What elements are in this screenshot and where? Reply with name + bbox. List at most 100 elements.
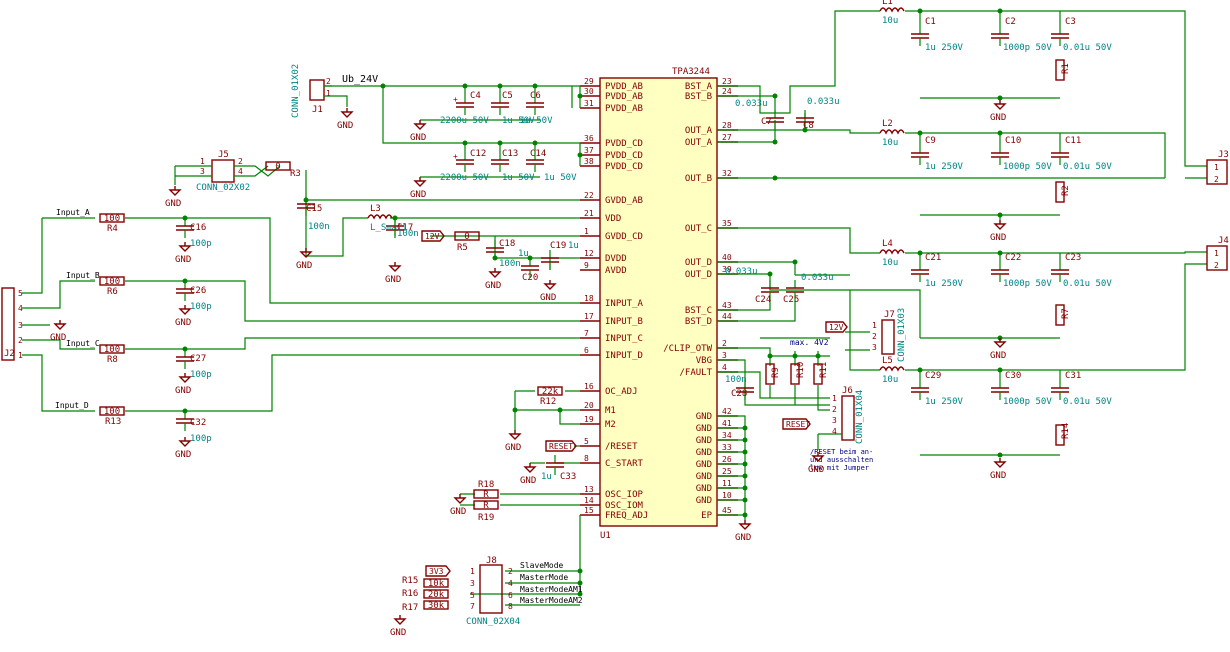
gnd-symbol: GND — [296, 248, 313, 271]
resistor-r6[interactable]: 100R6 — [99, 276, 125, 297]
resistor-r9[interactable]: R9 — [765, 363, 781, 385]
capacitor-c19[interactable]: C19 1u — [541, 241, 579, 270]
ic-pin-number: 42 — [722, 407, 732, 416]
resistor-r19[interactable]: R R19 — [473, 500, 499, 523]
part-value: 0.01u 50V — [1063, 43, 1112, 53]
resistor-r5[interactable]: 0R5 — [454, 231, 480, 253]
resistor-r18[interactable]: RR18 — [473, 480, 499, 500]
part-ref: C5 — [502, 91, 513, 101]
connector-j7[interactable]: J7 CONN_01X03 1 2 3 — [872, 308, 907, 362]
gnd-label: GND — [990, 113, 1006, 123]
capacitor-c25[interactable]: C25 0.033u — [783, 273, 834, 305]
resistor-r17[interactable]: 30k R17 — [402, 600, 449, 613]
capacitor-c28[interactable]: C28 100n — [725, 375, 754, 400]
resistor-r14[interactable]: R14 — [1055, 423, 1071, 446]
connector-j5[interactable]: J5 CONN_02X02 1 3 2 4 — [174, 150, 281, 193]
ic-tpa3244[interactable]: TPA3244 U1 29PVDD_AB30PVDD_AB31PVDD_AB36… — [580, 67, 738, 541]
capacitor-c4[interactable]: + C4 2200u 50V — [440, 91, 489, 126]
note-max-4v2: max. 4V2 — [790, 338, 829, 347]
part-ref: R9 — [771, 367, 781, 378]
resistor-r7[interactable]: R7 — [1055, 304, 1071, 326]
gnd-label: GND — [385, 275, 401, 285]
part-ref: R16 — [402, 589, 418, 599]
part-ref: C22 — [1005, 253, 1021, 263]
resistor-r11[interactable]: R11 — [813, 362, 829, 385]
capacitor-c29[interactable]: C29 1u 250V — [911, 371, 964, 407]
part-value: 100p — [190, 434, 212, 444]
part-value: 100n — [725, 375, 747, 385]
capacitor-c7[interactable]: C7 0.033u — [735, 99, 784, 130]
capacitor-c33[interactable]: C33 1u — [541, 455, 576, 482]
ic-pin-name: BST_B — [685, 92, 712, 102]
resistor-r12[interactable]: 22kR12 — [537, 386, 563, 407]
part-ref: C9 — [925, 136, 936, 146]
capacitor-c20[interactable]: C20 1u — [518, 249, 539, 283]
resistor-r8[interactable]: 100R8 — [99, 344, 125, 365]
resistor-r16[interactable]: 20k R16 — [402, 589, 449, 600]
resistor-r15[interactable]: 10k R15 — [402, 576, 449, 589]
gnd-symbol: GND — [485, 268, 502, 291]
inductor-l4[interactable]: L4 10u — [879, 239, 905, 268]
part-ref: R17 — [402, 603, 418, 613]
resistor-r4[interactable]: 100R4 — [99, 213, 125, 234]
capacitor-c21[interactable]: C21 1u 250V — [911, 253, 964, 289]
capacitor-c1[interactable]: C1 1u 250V — [911, 17, 964, 53]
svg-text:3: 3 — [200, 167, 205, 176]
part-value: 0 — [275, 162, 280, 172]
capacitor-c13[interactable]: C13 1u 50V — [491, 149, 535, 183]
ic-pin-number: 14 — [584, 496, 594, 505]
part-ref: R6 — [107, 287, 118, 297]
capacitor-c9[interactable]: C9 1u 250V — [911, 136, 964, 172]
connector-j3[interactable]: J3 1 2 — [1206, 150, 1229, 185]
part-value: 30k — [428, 601, 445, 611]
junction-dot — [917, 250, 923, 256]
capacitor-c8[interactable]: C8 0.033u — [796, 97, 840, 131]
svg-text:+: + — [453, 152, 458, 161]
junction-dot — [997, 130, 1003, 136]
resistor-r3[interactable]: 0 R3 — [265, 161, 301, 179]
part-ref: C33 — [560, 472, 576, 482]
resistor-r10[interactable]: R10 — [790, 362, 806, 385]
ic-ref: U1 — [600, 531, 611, 541]
resistor-r13[interactable]: 100R13 — [99, 406, 125, 427]
capacitor-c15[interactable]: C15 100n — [297, 196, 330, 232]
ic-pin-number: 24 — [722, 87, 732, 96]
gnd-symbol: GND — [990, 338, 1007, 361]
connector-j8[interactable]: J8 CONN_02X04 1 3 5 7 2 4 6 8 — [466, 556, 520, 627]
ic-pin-number: 15 — [584, 506, 594, 515]
gnd-symbol: GND — [520, 463, 537, 486]
connector-j2[interactable]: J2 5 4 3 2 1 — [1, 287, 23, 361]
capacitor-c16[interactable]: C16 100p — [176, 218, 212, 249]
junction-dot — [742, 425, 748, 431]
capacitor-c12[interactable]: + C12 2200u 50V — [440, 149, 489, 183]
junction-dot — [997, 250, 1003, 256]
part-value: 0.033u — [801, 273, 834, 283]
capacitor-c6[interactable]: C6 1u 50V — [520, 91, 553, 126]
ic-pin-number: 11 — [722, 479, 732, 488]
ic-pin-name: GND — [696, 424, 712, 434]
ic-pin-name: GND — [696, 436, 712, 446]
capacitor-c32[interactable]: C32 100p — [176, 411, 212, 444]
connector-j6[interactable]: J6 CONN_01X04 1 2 3 4 — [817, 386, 865, 450]
ic-pin-name: GND — [696, 448, 712, 458]
connector-j1[interactable]: CONN_01X02 J1 2 1 — [291, 64, 348, 118]
gnd-symbol: GND — [410, 120, 427, 143]
ic-pin-name: DVDD — [605, 254, 627, 264]
resistor-r2[interactable]: R2 — [1055, 181, 1071, 203]
capacitor-c26[interactable]: C26 100p — [176, 281, 212, 312]
svg-text:2: 2 — [508, 567, 513, 576]
ic-pin-number: 36 — [584, 134, 594, 143]
part-ref: C23 — [1065, 253, 1081, 263]
connector-j4[interactable]: J4 1 2 — [1206, 236, 1229, 271]
capacitor-c27[interactable]: C27 100p — [176, 349, 212, 380]
inductor-l2[interactable]: L2 10u — [879, 119, 905, 148]
capacitor-c18[interactable]: C18 100n — [486, 239, 521, 269]
junction-dot — [772, 175, 778, 181]
svg-text:6: 6 — [508, 591, 513, 600]
resistor-r1[interactable]: R1 — [1055, 59, 1071, 81]
gnd-label: GND — [505, 443, 521, 453]
inductor-l1[interactable]: L1 10u — [879, 0, 905, 26]
part-value: 1000p 50V — [1003, 162, 1052, 172]
part-ref: R4 — [107, 224, 118, 234]
junction-dot — [742, 497, 748, 503]
